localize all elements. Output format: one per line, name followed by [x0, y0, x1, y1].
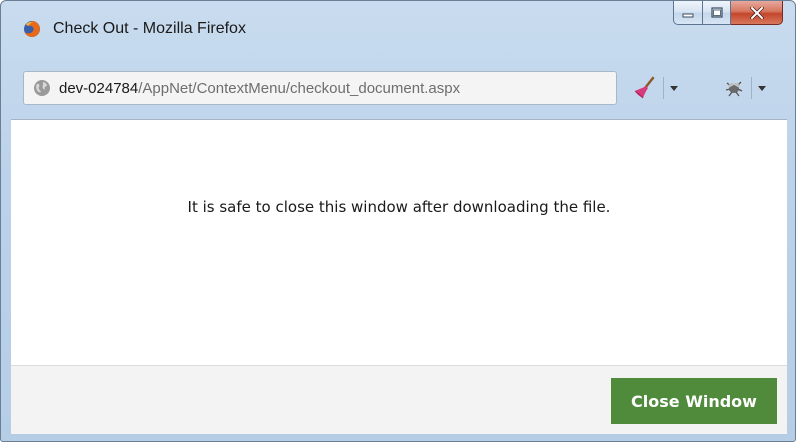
maximize-button[interactable] [703, 1, 731, 25]
firefox-icon [24, 21, 40, 37]
browser-window: Check Out - Mozilla Firefox dev-024784/A… [0, 0, 796, 442]
close-button[interactable] [731, 1, 783, 25]
url-host: dev-024784 [59, 80, 139, 97]
separator [751, 77, 752, 99]
window-controls [673, 1, 783, 27]
close-icon [749, 6, 764, 19]
page-footer: Close Window [11, 365, 787, 434]
close-window-button[interactable]: Close Window [611, 378, 777, 424]
addon-button-1[interactable] [631, 73, 678, 103]
window-title: Check Out - Mozilla Firefox [53, 20, 246, 37]
separator [663, 77, 664, 99]
url-text[interactable]: dev-024784/AppNet/ContextMenu/checkout_d… [59, 80, 460, 97]
addon-button-2[interactable] [723, 73, 766, 103]
info-message: It is safe to close this window after do… [187, 198, 611, 216]
page-content: It is safe to close this window after do… [11, 119, 787, 366]
maximize-icon [710, 7, 723, 18]
chevron-down-icon[interactable] [670, 85, 678, 91]
url-path: /AppNet/ContextMenu/checkout_document.as… [138, 80, 461, 97]
bug-icon [725, 81, 743, 97]
globe-icon [34, 80, 50, 96]
title-bar[interactable]: Check Out - Mozilla Firefox [1, 1, 795, 57]
broom-icon [634, 76, 655, 99]
chevron-down-icon[interactable] [758, 85, 766, 91]
minimize-button[interactable] [673, 1, 703, 25]
url-bar[interactable]: dev-024784/AppNet/ContextMenu/checkout_d… [23, 71, 617, 105]
minimize-icon [682, 13, 694, 17]
